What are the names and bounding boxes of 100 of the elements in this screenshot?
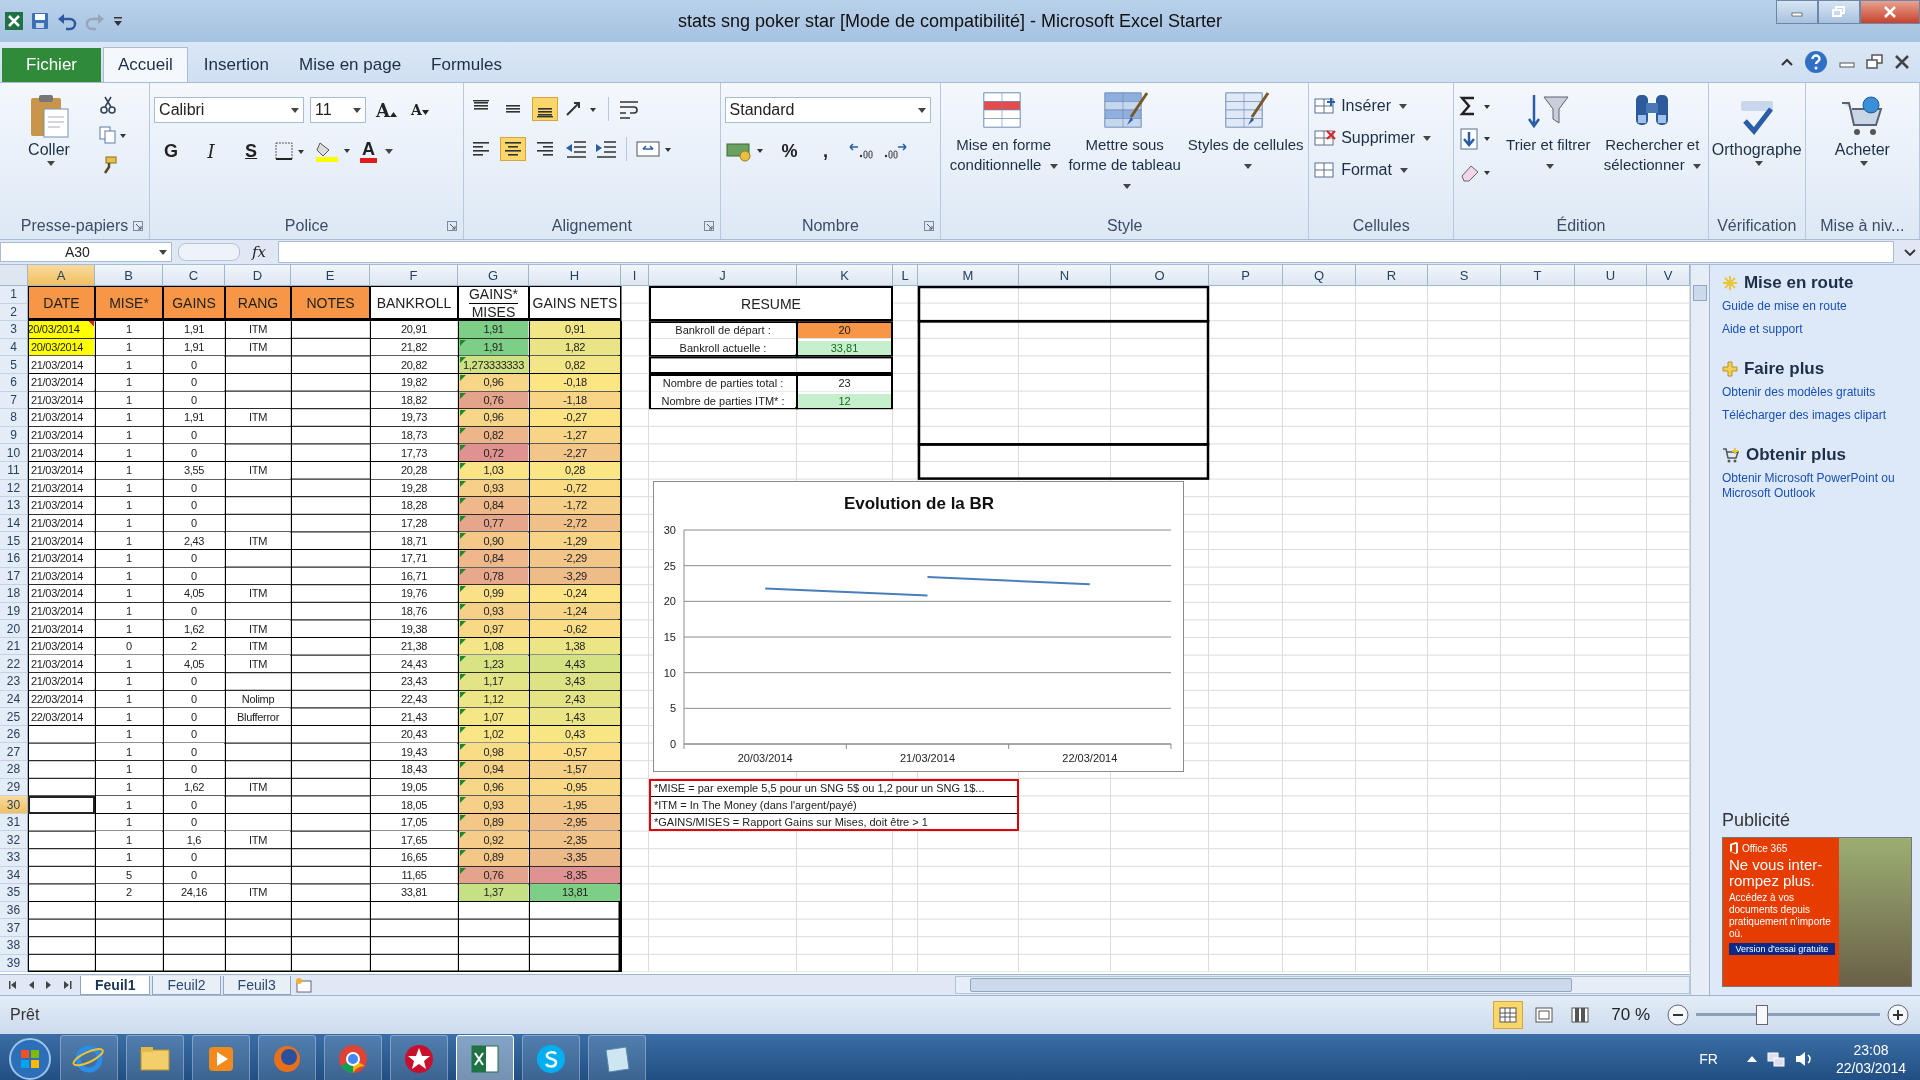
ad-button[interactable]: Version d'essai gratuite bbox=[1728, 943, 1835, 955]
close-window-icon[interactable] bbox=[1894, 54, 1910, 70]
taskbar-app-button[interactable] bbox=[258, 1035, 316, 1080]
error-indicator-icon[interactable] bbox=[460, 621, 466, 628]
taskbar-app-button[interactable] bbox=[456, 1035, 514, 1080]
paste-button[interactable]: Coller bbox=[4, 89, 94, 166]
column-header[interactable]: C bbox=[163, 265, 225, 286]
help-icon[interactable] bbox=[1804, 50, 1828, 74]
name-box[interactable]: A30 bbox=[0, 242, 172, 262]
error-indicator-icon[interactable] bbox=[460, 850, 466, 856]
row-header[interactable]: 28 bbox=[0, 761, 28, 779]
taskbar-app-button[interactable] bbox=[390, 1035, 448, 1080]
sheet-tab[interactable]: Feuil3 bbox=[222, 975, 291, 995]
clock-date[interactable]: 22/03/2014 bbox=[1835, 1060, 1906, 1076]
column-header[interactable]: M bbox=[918, 265, 1019, 286]
font-size-dropdown[interactable]: 11 bbox=[310, 97, 367, 123]
minimize-ribbon-icon[interactable] bbox=[1780, 56, 1794, 68]
restore-window-icon[interactable] bbox=[1866, 54, 1884, 70]
error-indicator-icon[interactable] bbox=[460, 357, 466, 364]
column-header[interactable]: H bbox=[529, 265, 621, 286]
error-indicator-icon[interactable] bbox=[460, 814, 466, 821]
number-format-dropdown[interactable]: Standard bbox=[724, 97, 931, 123]
pane-link[interactable]: Guide de mise en route bbox=[1721, 299, 1912, 314]
column-header[interactable]: U bbox=[1575, 265, 1647, 286]
zoom-out-icon[interactable] bbox=[1666, 1003, 1690, 1027]
row-header[interactable]: 30 bbox=[0, 796, 28, 814]
error-indicator-icon[interactable] bbox=[460, 462, 466, 469]
error-indicator-icon[interactable] bbox=[460, 410, 466, 417]
close-button[interactable] bbox=[1860, 0, 1920, 24]
formula-input[interactable] bbox=[278, 241, 1894, 263]
error-indicator-icon[interactable] bbox=[460, 744, 466, 751]
save-icon[interactable] bbox=[30, 11, 50, 31]
row-header[interactable]: 37 bbox=[0, 919, 28, 937]
decrease-indent-icon[interactable] bbox=[564, 139, 589, 159]
dialog-launcher-icon[interactable] bbox=[447, 221, 458, 231]
zoom-level[interactable]: 70 % bbox=[1611, 1005, 1650, 1025]
dialog-launcher-icon[interactable] bbox=[703, 221, 714, 231]
column-header[interactable]: V bbox=[1647, 265, 1690, 286]
shrink-font-button[interactable]: A bbox=[407, 102, 433, 118]
error-indicator-icon[interactable] bbox=[460, 533, 466, 540]
column-header[interactable]: B bbox=[95, 265, 163, 286]
buy-button[interactable]: Acheter bbox=[1809, 89, 1915, 166]
error-indicator-icon[interactable] bbox=[460, 656, 466, 663]
taskbar-app-button[interactable] bbox=[522, 1035, 580, 1080]
insert-function-button[interactable]: fx bbox=[246, 243, 272, 261]
taskbar-app-button[interactable] bbox=[588, 1035, 646, 1080]
column-header[interactable]: O bbox=[1111, 265, 1209, 286]
ribbon-tab[interactable]: Accueil bbox=[103, 47, 188, 82]
pane-link[interactable]: Aide et support bbox=[1721, 322, 1912, 337]
column-header[interactable]: F bbox=[370, 265, 458, 286]
row-header[interactable]: 32 bbox=[0, 831, 28, 849]
style-button[interactable]: Styles de cellules bbox=[1187, 89, 1305, 175]
editing-button[interactable]: Rechercher et sélectionner bbox=[1602, 89, 1703, 175]
column-header[interactable]: R bbox=[1356, 265, 1428, 286]
row-header[interactable]: 18 bbox=[0, 585, 28, 603]
horizontal-scrollbar[interactable] bbox=[954, 976, 1690, 994]
cells-button[interactable]: Supprimer bbox=[1313, 125, 1431, 151]
column-header[interactable]: N bbox=[1019, 265, 1111, 286]
error-indicator-icon[interactable] bbox=[460, 691, 466, 698]
sheet-tab[interactable]: Feuil2 bbox=[152, 975, 221, 995]
ribbon-tab[interactable]: Fichier bbox=[2, 48, 101, 82]
error-indicator-icon[interactable] bbox=[460, 779, 466, 786]
error-indicator-icon[interactable] bbox=[460, 498, 466, 505]
excel-logo-icon[interactable] bbox=[4, 11, 24, 31]
vertical-scrollbar[interactable] bbox=[1690, 265, 1709, 995]
start-button-icon[interactable] bbox=[8, 1037, 52, 1080]
row-header[interactable]: 1 bbox=[0, 286, 28, 304]
column-header[interactable]: I bbox=[621, 265, 649, 286]
style-button[interactable]: Mise en forme conditionnelle bbox=[945, 89, 1063, 175]
row-header[interactable]: 22 bbox=[0, 655, 28, 674]
row-header[interactable]: 25 bbox=[0, 708, 28, 726]
column-header[interactable]: D bbox=[225, 265, 291, 286]
resize-handle[interactable] bbox=[178, 243, 240, 261]
font-color-button[interactable]: A bbox=[360, 139, 394, 163]
minimize-button[interactable] bbox=[1776, 0, 1818, 24]
ribbon-tab[interactable]: Insertion bbox=[189, 48, 284, 82]
error-indicator-icon[interactable] bbox=[460, 832, 466, 839]
taskbar-app-button[interactable] bbox=[60, 1035, 118, 1080]
error-indicator-icon[interactable] bbox=[460, 586, 466, 593]
grow-font-button[interactable]: A bbox=[372, 99, 402, 121]
ribbon-tab[interactable]: Formules bbox=[417, 48, 516, 82]
row-header[interactable]: 27 bbox=[0, 743, 28, 762]
row-header[interactable]: 3 bbox=[0, 321, 28, 339]
column-header[interactable]: E bbox=[291, 265, 370, 286]
error-indicator-icon[interactable] bbox=[460, 550, 466, 557]
normal-view-button[interactable] bbox=[1493, 1001, 1524, 1029]
taskbar-app-button[interactable] bbox=[192, 1035, 250, 1080]
column-header[interactable]: K bbox=[797, 265, 893, 286]
zoom-in-icon[interactable] bbox=[1886, 1003, 1910, 1027]
dialog-launcher-icon[interactable] bbox=[133, 221, 144, 231]
column-header[interactable]: L bbox=[893, 265, 918, 286]
error-indicator-icon[interactable] bbox=[460, 603, 466, 610]
volume-icon[interactable] bbox=[1793, 1050, 1814, 1068]
row-header[interactable]: 35 bbox=[0, 884, 28, 902]
editing-button[interactable]: Trier et filtrer bbox=[1498, 89, 1599, 175]
pane-link[interactable]: Obtenir des modèles gratuits bbox=[1721, 385, 1912, 400]
font-name-dropdown[interactable]: Calibri bbox=[154, 97, 305, 123]
row-header[interactable]: 23 bbox=[0, 673, 28, 691]
selected-cell[interactable] bbox=[28, 796, 95, 814]
restore-button[interactable] bbox=[1818, 0, 1860, 24]
